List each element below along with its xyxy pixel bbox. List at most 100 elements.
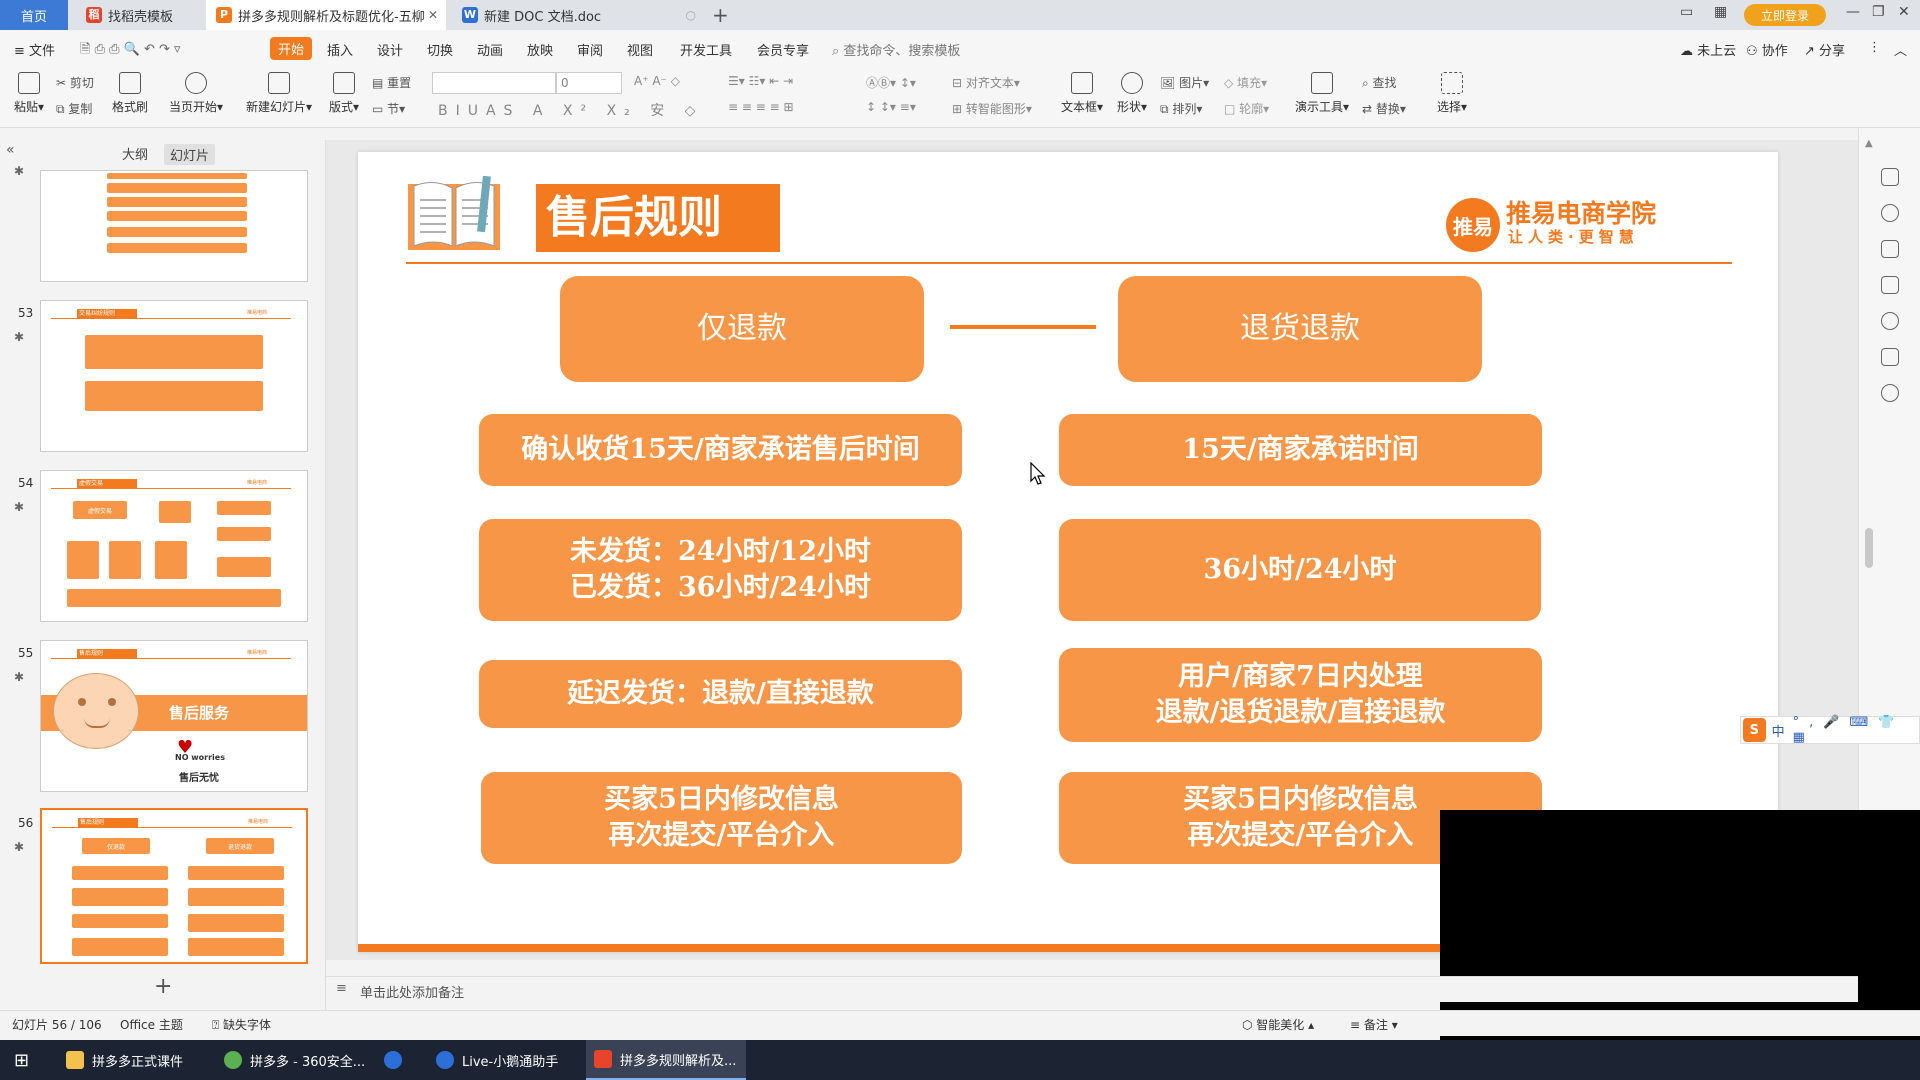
left-rule-text: 确认收货15天/商家承诺售后时间 [521, 434, 920, 465]
add-slide-button[interactable]: + [154, 974, 172, 999]
arrange-button[interactable]: ⧉ 排列▾ [1160, 100, 1202, 117]
vertical-scrollbar[interactable] [1865, 528, 1873, 568]
pin-icon[interactable] [1881, 204, 1899, 222]
new-tab-button[interactable]: + [712, 3, 729, 27]
slide-thumb-54[interactable]: 虚假交易 推易电商 虚假交易 [40, 470, 308, 622]
share-button[interactable]: ↗ 分享 [1804, 40, 1845, 59]
collab-button[interactable]: ⚇ 协作 [1746, 40, 1788, 59]
copy-button[interactable]: ⧉ 复制 [56, 100, 92, 117]
textbox-button[interactable]: 文本框▾ [1060, 72, 1104, 115]
menu-view[interactable]: 视图 [627, 40, 653, 59]
replace-button[interactable]: ⇄ 替换▾ [1362, 100, 1406, 117]
notes-toggle-button[interactable]: ≡ 备注 ▾ [1350, 1016, 1398, 1033]
textbox-label: 文本框 [1060, 100, 1097, 114]
thumb-title: 虚假交易 [77, 479, 137, 488]
taskbar-item-folder[interactable]: 拼多多正式课件 [56, 1040, 216, 1080]
shape-button[interactable]: 形状▾ [1114, 72, 1150, 115]
more-icon[interactable]: ⋮ [1868, 40, 1881, 55]
font-size-select[interactable]: 0 [556, 72, 622, 94]
picture-button[interactable]: 🖼 图片▾ [1160, 74, 1209, 91]
theme-name[interactable]: Office 主题 [120, 1016, 183, 1033]
restore-icon[interactable]: ❐ [1872, 4, 1885, 20]
spacing-icons[interactable]: ↕ ↕▾ ≡▾ [866, 100, 916, 114]
menu-developer[interactable]: 开发工具 [680, 40, 732, 59]
location-icon[interactable] [1881, 312, 1899, 330]
close-icon[interactable]: ✕ [428, 8, 438, 22]
taskbar-item-k[interactable] [384, 1040, 414, 1080]
menu-animation[interactable]: 动画 [477, 40, 503, 59]
paste-button[interactable]: 粘贴▾ [12, 72, 46, 115]
file-menu-label: 文件 [29, 44, 56, 59]
apps-grid-icon[interactable]: ▦ [1714, 4, 1727, 20]
beautify-button[interactable]: ⬡ 智能美化 ▴ [1242, 1016, 1314, 1033]
menu-home[interactable]: 开始 [270, 37, 313, 60]
menu-transition[interactable]: 切换 [427, 40, 453, 59]
font-grow-icons[interactable]: A⁺ A⁻ ◇ [634, 74, 680, 88]
outline-label: 轮廓 [1239, 102, 1264, 116]
help-icon[interactable] [1881, 384, 1899, 402]
collapse-ribbon-icon[interactable]: ︿ [1894, 40, 1907, 59]
missing-font-label: 缺失字体 [223, 1018, 272, 1032]
comment-icon[interactable] [1881, 240, 1899, 258]
notes-bar[interactable]: ≡ 单击此处添加备注 [326, 976, 1858, 1002]
quick-access-icons[interactable]: 🗎 ⎙ ⎙ 🔍 ↶ ↷ ▿ [80, 40, 181, 62]
start-from-current-button[interactable]: 当页开始▾ [166, 72, 226, 115]
tab-outline[interactable]: 大纲 [122, 144, 148, 163]
collapse-panel-icon[interactable]: « [6, 142, 15, 158]
menu-slideshow[interactable]: 放映 [527, 40, 553, 59]
taskbar-item-360[interactable]: 拼多多 - 360安全... [218, 1040, 378, 1080]
thumb-brand: 推易电商 [247, 480, 268, 486]
slide-thumb-56[interactable]: 售后规则 推易电商 仅退款 退货退款 [40, 808, 308, 964]
text-format-icons[interactable]: BIUAS A X² X₂ 安 ◇ [438, 100, 703, 120]
menu-member[interactable]: 会员专享 [757, 40, 809, 59]
tab-template[interactable]: 稻 找稻壳模板 [76, 0, 200, 30]
layout-button[interactable]: 版式▾ [326, 72, 362, 115]
properties-icon[interactable] [1881, 168, 1899, 186]
menu-insert[interactable]: 插入 [327, 40, 353, 59]
list-icons[interactable]: ☰▾ ☷▾ ⇤ ⇥ [728, 74, 793, 88]
align-icons[interactable]: ≡ ≡ ≡ ≡ ⊞ [728, 100, 794, 114]
taskbar-item-live[interactable]: Live-小鹅通助手 [430, 1040, 590, 1080]
taskbar-label: 拼多多正式课件 [92, 1054, 184, 1070]
outline-button[interactable]: □ 轮廓▾ [1224, 100, 1269, 117]
new-slide-icon [268, 72, 290, 94]
new-slide-button[interactable]: 新建幻灯片▾ [244, 72, 314, 115]
find-button[interactable]: ⌕ 查找 [1362, 74, 1397, 91]
select-button[interactable]: 选择▾ [1432, 72, 1472, 115]
file-menu[interactable]: ≡ 文件 [14, 40, 55, 59]
fill-button[interactable]: ◇ 填充▾ [1224, 74, 1267, 91]
smartart-button[interactable]: ⊞ 转智能图形▾ [952, 100, 1032, 117]
tab-slides[interactable]: 幻灯片 [164, 144, 216, 165]
tab-doc[interactable]: W 新建 DOC 文档.doc ○ [452, 0, 704, 30]
image-tool-icon[interactable] [1881, 276, 1899, 294]
menu-design[interactable]: 设计 [377, 40, 403, 59]
presenter-tools-button[interactable]: 演示工具▾ [1292, 72, 1352, 115]
windows-start-icon[interactable]: ⊞ [14, 1040, 29, 1080]
tab-home[interactable]: 首页 [0, 0, 68, 30]
cloud-status[interactable]: ☁ 未上云 [1680, 40, 1736, 59]
slide-thumb-53[interactable]: 交易纠纷规则 推易电商 [40, 300, 308, 452]
cut-button[interactable]: ✂ 剪切 [56, 74, 94, 91]
menu-review[interactable]: 审阅 [577, 40, 603, 59]
font-name-select[interactable] [432, 72, 556, 94]
slide-thumb-55[interactable]: 售后规则 推易电商 售后服务 ♥ NO worries 售后无忧 [40, 640, 308, 792]
tab-presentation[interactable]: P 拼多多规则解析及标题优化-五柳 ✕ [206, 0, 446, 30]
section-button[interactable]: ▭ 节▾ [372, 100, 405, 117]
slide-thumb-52[interactable] [40, 170, 308, 282]
missing-font-button[interactable]: ⍰ 缺失字体 [212, 1016, 271, 1033]
window-close-icon[interactable]: ✕ [1898, 4, 1910, 20]
layout-icon[interactable]: ▭ [1680, 4, 1693, 20]
taskbar-item-wps[interactable]: 拼多多规则解析及... [586, 1040, 746, 1080]
text-direction-icons[interactable]: ⒶⒷ▾ ↕▾ [866, 74, 916, 91]
command-search[interactable]: ⌕ 查找命令、搜索模板 [832, 40, 960, 59]
close-icon[interactable]: ○ [686, 8, 696, 22]
ime-toolbar[interactable]: S 中 °,🎤⌨👕▦ [1740, 715, 1920, 745]
align-text-button[interactable]: ⊟ 对齐文本▾ [952, 74, 1020, 91]
book-tool-icon[interactable] [1881, 348, 1899, 366]
reset-button[interactable]: ▤ 重置 [372, 74, 411, 91]
login-button[interactable]: 立即登录 [1744, 4, 1826, 26]
format-painter-button[interactable]: 格式刷 [110, 72, 150, 115]
thumb-bar [107, 243, 247, 253]
scroll-up-icon[interactable]: ▲ [1865, 138, 1873, 149]
minimize-icon[interactable]: — [1846, 4, 1860, 20]
